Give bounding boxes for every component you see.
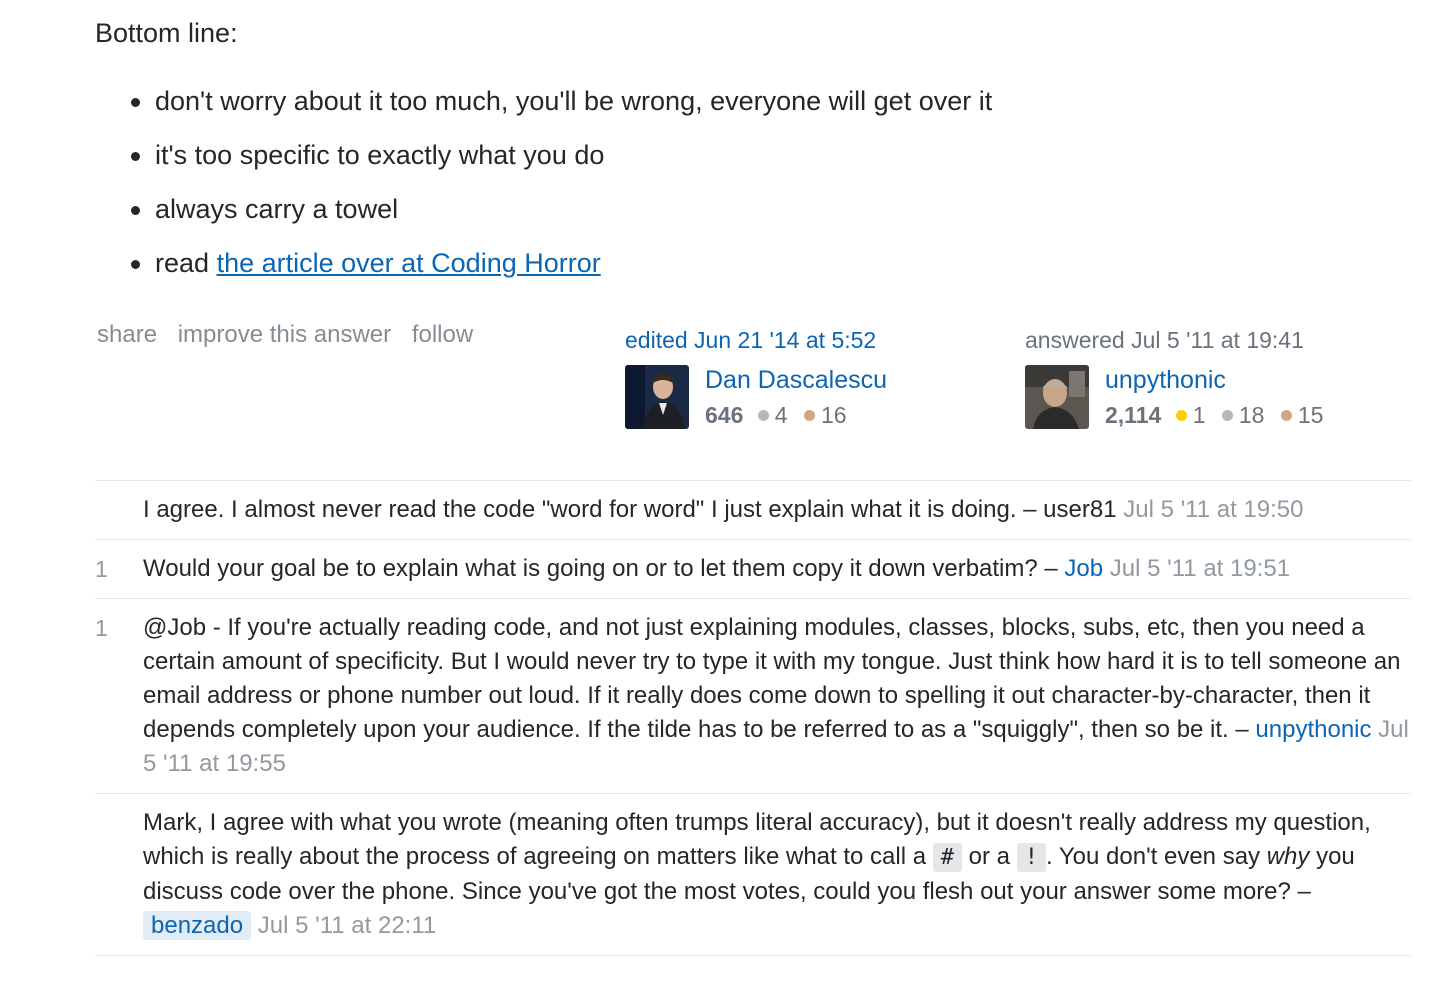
edited-timestamp[interactable]: edited Jun 21 '14 at 5:52 (625, 324, 1015, 356)
comment-score: 1 (95, 615, 108, 641)
editor-signature: edited Jun 21 '14 at 5:52 Dan Dascalescu… (625, 324, 1015, 429)
comments-list: I agree. I almost never read the code "w… (95, 480, 1411, 956)
comment-body: I agree. I almost never read the code "w… (143, 496, 1117, 523)
comment-body: @Job - If you're actually reading code, … (143, 614, 1401, 743)
code-bang: ! (1016, 843, 1046, 872)
comment: 1 @Job - If you're actually reading code… (95, 599, 1411, 794)
reputation-score: 2,114 (1105, 402, 1162, 428)
author-signature: answered Jul 5 '11 at 19:41 unpythonic 2… (1025, 324, 1415, 429)
silver-badge-icon (757, 410, 769, 421)
comment-date[interactable]: Jul 5 '11 at 19:50 (1123, 496, 1303, 523)
answer-bullet-list: don't worry about it too much, you'll be… (130, 84, 992, 300)
comment-body: Would your goal be to explain what is go… (143, 555, 1058, 582)
improve-answer-link[interactable]: improve this answer (178, 321, 391, 348)
comment-user[interactable]: benzado (143, 911, 252, 940)
answered-timestamp: answered Jul 5 '11 at 19:41 (1025, 327, 1304, 353)
comment: Mark, I agree with what you wrote (meani… (95, 794, 1411, 956)
avatar[interactable] (625, 365, 689, 429)
comment-user[interactable]: unpythonic (1255, 716, 1371, 743)
list-item: always carry a towel (130, 192, 992, 246)
list-item-prefix: read (155, 248, 210, 278)
list-item: read the article over at Coding Horror (130, 246, 992, 300)
silver-badge: 4 (757, 402, 788, 428)
gold-badge: 1 (1175, 402, 1205, 428)
comment-score: 1 (95, 556, 108, 582)
silver-badge-icon (1221, 410, 1233, 421)
answer-intro: Bottom line: (95, 18, 238, 48)
silver-badge: 18 (1221, 402, 1264, 428)
bronze-badge-icon (803, 410, 815, 421)
comment: I agree. I almost never read the code "w… (95, 481, 1411, 540)
editor-reputation: 646 4 16 (705, 400, 857, 430)
comment-date[interactable]: Jul 5 '11 at 19:51 (1110, 555, 1290, 582)
share-link[interactable]: share (97, 321, 157, 348)
comment: 1 Would your goal be to explain what is … (95, 540, 1411, 599)
comment-user[interactable]: Job (1064, 555, 1103, 582)
bronze-badge: 16 (803, 402, 847, 428)
author-name[interactable]: unpythonic (1105, 364, 1226, 396)
reputation-score: 646 (705, 402, 744, 428)
editor-name[interactable]: Dan Dascalescu (705, 364, 887, 396)
coding-horror-link[interactable]: the article over at Coding Horror (217, 248, 601, 278)
author-reputation: 2,114 1 18 15 (1105, 400, 1333, 430)
comment-body: Mark, I agree with what you wrote (meani… (143, 809, 1371, 905)
bronze-badge-icon (1280, 410, 1292, 421)
code-hash: # (932, 843, 962, 872)
bronze-badge: 15 (1280, 402, 1323, 428)
comment-date[interactable]: Jul 5 '11 at 22:11 (258, 912, 437, 939)
follow-link[interactable]: follow (412, 321, 473, 348)
avatar[interactable] (1025, 365, 1089, 429)
post-menu: share improve this answer follow (97, 319, 487, 351)
list-item: it's too specific to exactly what you do (130, 138, 992, 192)
list-item: don't worry about it too much, you'll be… (130, 84, 992, 138)
gold-badge-icon (1175, 410, 1187, 421)
